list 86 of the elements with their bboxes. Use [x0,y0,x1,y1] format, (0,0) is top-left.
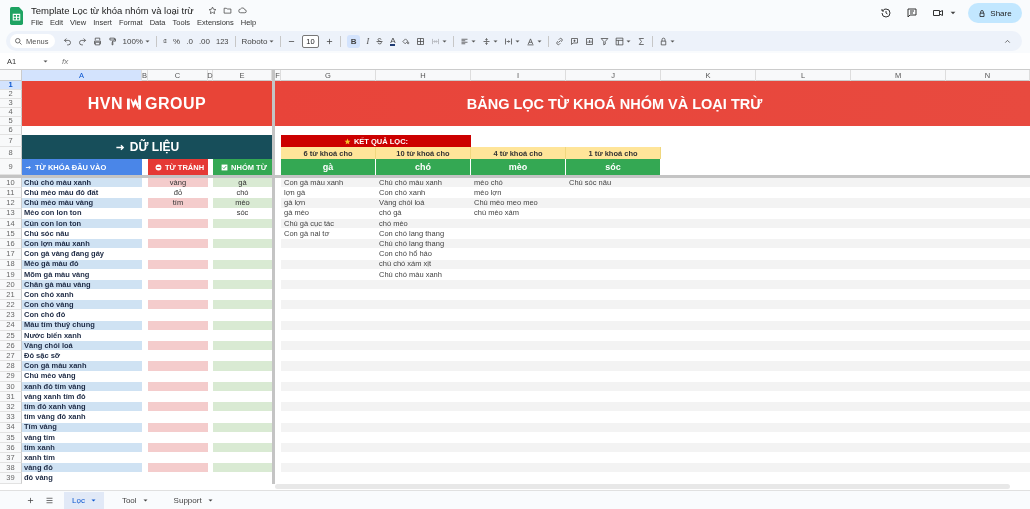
table-cell: mèo [471,159,566,175]
text-wrap-icon[interactable] [504,36,514,46]
vertical-align-icon[interactable] [482,36,492,46]
paint-bucket-icon[interactable] [401,36,411,46]
increase-decimal-button[interactable]: .00 [198,36,210,46]
table-cell [148,422,208,433]
document-title[interactable]: Template Lọc từ khóa nhóm và loại trừ [31,4,194,16]
sheet-tab[interactable]: Lọc [64,491,104,509]
strikethrough-icon[interactable] [375,36,385,46]
table-cell: gà [281,159,376,175]
table-cell [148,320,208,331]
horizontal-scrollbar[interactable] [275,483,1010,489]
formula-label: fx [62,56,69,66]
bold-button[interactable]: B [346,34,361,48]
table-cell [148,381,208,392]
table-cell [148,463,208,474]
sheet-tab[interactable]: Support [165,491,221,509]
comment-icon[interactable] [906,7,918,19]
logo-text: HVN [87,94,124,113]
history-icon[interactable] [880,7,892,19]
logo-text: GROUP [145,94,207,113]
cloud-icon[interactable] [237,5,247,15]
lock-icon [978,8,987,18]
add-sheet-icon[interactable] [26,495,35,505]
align-left-icon[interactable] [460,36,470,46]
folder-icon[interactable] [222,5,232,15]
link-icon[interactable] [555,36,565,46]
table-cell [213,341,272,352]
checkbox-icon [221,163,229,171]
logo-mark-icon [127,94,142,113]
table-cell [148,361,208,372]
video-camera-icon[interactable] [932,7,944,19]
table-cell [213,300,272,311]
menu-icon[interactable] [45,495,54,505]
filter-views-icon[interactable] [615,36,625,46]
font-menu[interactable]: Roboto [241,36,268,46]
text-rotate-icon[interactable] [526,36,536,46]
table-cell [213,463,272,474]
table-cell [148,259,208,270]
comment-add-icon[interactable] [570,36,580,46]
table-cell [148,341,208,352]
sheet-title: BẢNG LỌC TỪ KHOÁ NHÓM VÀ LOẠI TRỪ [466,95,763,112]
table-cell [213,442,272,454]
table-cell [148,442,208,454]
chart-icon[interactable] [585,36,595,46]
table-cell [213,402,272,413]
zoom-menu[interactable]: 100% [122,36,143,46]
text-color-button[interactable]: A [390,36,396,46]
filter-icon[interactable] [600,36,610,46]
table-cell: sóc [566,159,661,175]
table-cell [148,402,208,413]
decrease-decimal-button[interactable]: .0 [186,36,193,46]
currency-button[interactable]: ₫ [163,36,168,46]
table-cell [213,361,272,372]
table-cell [148,239,208,250]
percent-button[interactable]: % [173,36,181,46]
table-cell [213,259,272,270]
sigma-icon[interactable] [637,36,647,46]
table-cell [213,381,272,392]
print-icon[interactable] [92,36,102,46]
caret-icon[interactable] [950,10,956,16]
undo-icon[interactable] [62,36,72,46]
arrow-icon [25,163,32,171]
table-cell [148,300,208,311]
table-cell [213,218,272,229]
table-cell [213,422,272,433]
borders-icon[interactable] [416,36,426,46]
data-heading: DỮ LIỆU [129,140,180,154]
lock-icon[interactable] [659,36,669,46]
share-button[interactable]: Share [968,3,1022,23]
paint-roller-icon[interactable] [107,36,117,46]
sheet-tab[interactable]: Tool [113,491,156,509]
minus-circle-icon [154,163,162,171]
sheets-logo-icon[interactable] [10,7,23,25]
star-icon[interactable] [207,5,217,15]
italic-button[interactable]: I [366,36,370,46]
redo-icon[interactable] [77,36,87,46]
table-cell [213,279,272,291]
table-cell [213,239,272,250]
search-icon [14,36,23,46]
plus-icon[interactable] [324,36,334,46]
table-cell [148,279,208,291]
table-cell: chó [376,159,471,175]
star-icon [343,137,351,145]
table-cell [148,218,208,229]
table-cell [213,320,272,331]
